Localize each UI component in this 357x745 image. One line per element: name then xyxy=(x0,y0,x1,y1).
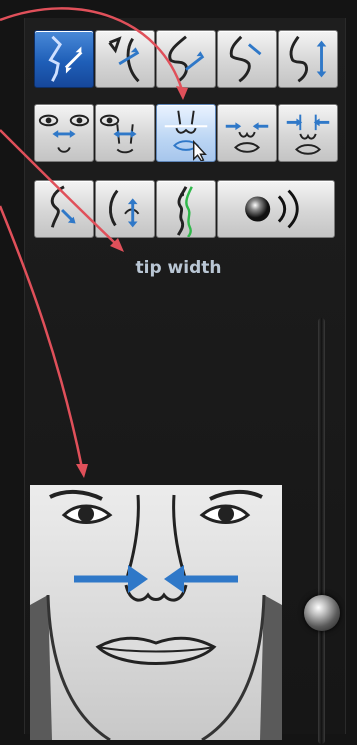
nose-dorsum-button[interactable] xyxy=(217,30,277,88)
face-preview xyxy=(30,485,282,742)
profile-outline-icon xyxy=(176,186,193,237)
nose-profile-icon xyxy=(48,35,83,82)
eye-distance-icon xyxy=(38,114,90,153)
nose-length-icon xyxy=(289,35,327,83)
nose-profile-button[interactable] xyxy=(34,30,94,88)
base-width-icon xyxy=(286,114,330,155)
face-illustration xyxy=(30,490,282,742)
nose-length-button[interactable] xyxy=(278,30,338,88)
sound-preview-button[interactable] xyxy=(217,180,335,238)
bridge-width-icon xyxy=(99,114,137,154)
morph-slider-knob[interactable] xyxy=(304,595,340,631)
chin-profile-icon xyxy=(50,185,76,228)
forehead-nose-angle-button[interactable] xyxy=(95,30,155,88)
eye-distance-button[interactable] xyxy=(34,104,94,162)
nose-dorsum-icon xyxy=(229,35,262,83)
nose-angle-icon xyxy=(108,36,140,83)
profile-outline-button[interactable] xyxy=(156,180,216,238)
chin-profile-button[interactable] xyxy=(34,180,94,238)
feature-label: tip width xyxy=(135,258,222,278)
tip-width-icon xyxy=(164,110,208,161)
lip-profile-button[interactable] xyxy=(95,180,155,238)
cursor-icon xyxy=(193,139,207,161)
speaker-sound-icon xyxy=(245,189,299,229)
bridge-width-button[interactable] xyxy=(95,104,155,162)
tip-width-button[interactable] xyxy=(156,104,216,162)
nostril-width-button[interactable] xyxy=(217,104,277,162)
nose-projection-icon xyxy=(168,35,205,83)
nostril-width-icon xyxy=(225,122,269,153)
lip-profile-icon xyxy=(109,189,140,228)
morph-slider-track[interactable] xyxy=(318,318,325,744)
base-width-button[interactable] xyxy=(278,104,338,162)
nose-projection-button[interactable] xyxy=(156,30,216,88)
